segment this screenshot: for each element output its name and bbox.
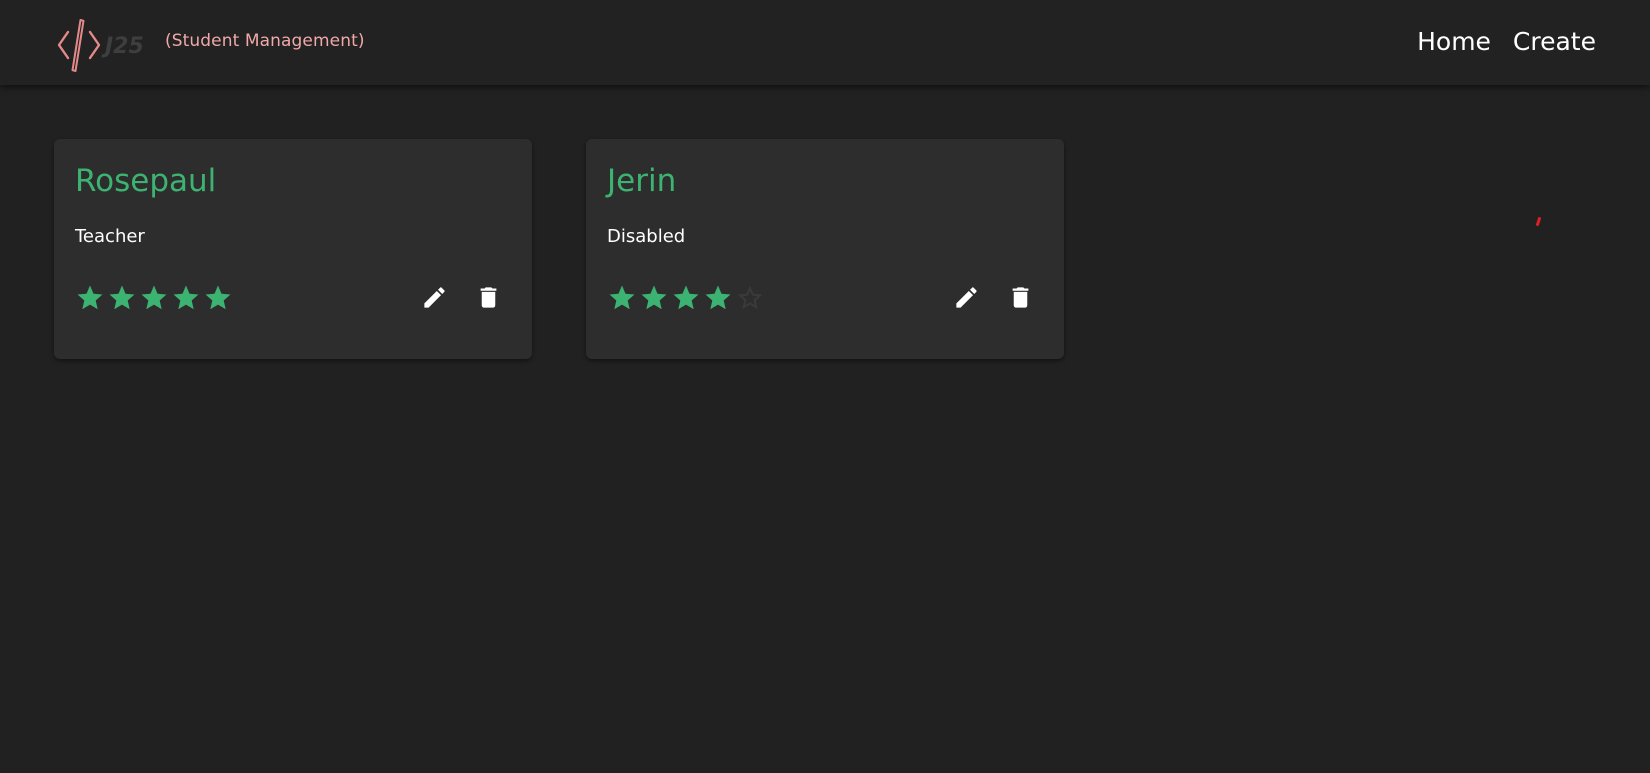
nav-create-link[interactable]: Create <box>1513 24 1596 60</box>
student-name: Rosepaul <box>75 163 217 199</box>
edit-icon[interactable] <box>421 284 448 311</box>
brand-logo: J25 <box>57 19 144 72</box>
student-card: Jerin Disabled <box>586 139 1064 359</box>
star-filled-icon[interactable] <box>703 283 733 313</box>
edit-icon[interactable] <box>953 284 980 311</box>
brand-tagline: (Student Management) <box>165 31 365 51</box>
student-name: Jerin <box>607 163 677 199</box>
main-nav: Home Create <box>1417 24 1596 60</box>
nav-home-link[interactable]: Home <box>1417 24 1491 60</box>
star-empty-icon[interactable] <box>735 283 765 313</box>
star-filled-icon[interactable] <box>171 283 201 313</box>
card-actions <box>953 284 1034 311</box>
delete-icon[interactable] <box>1007 284 1034 311</box>
student-role: Teacher <box>75 226 145 247</box>
star-filled-icon[interactable] <box>107 283 137 313</box>
rating-stars[interactable] <box>75 283 233 313</box>
delete-icon[interactable] <box>475 284 502 311</box>
star-filled-icon[interactable] <box>639 283 669 313</box>
star-filled-icon[interactable] <box>671 283 701 313</box>
red-mark <box>1535 216 1542 227</box>
student-card: Rosepaul Teacher <box>54 139 532 359</box>
star-filled-icon[interactable] <box>607 283 637 313</box>
star-filled-icon[interactable] <box>203 283 233 313</box>
card-actions <box>421 284 502 311</box>
star-filled-icon[interactable] <box>139 283 169 313</box>
brand[interactable]: J25 (Student Management) <box>56 14 365 74</box>
rating-stars[interactable] <box>607 283 765 313</box>
student-role: Disabled <box>607 226 686 247</box>
navbar: J25 (Student Management) Home Create <box>0 0 1650 85</box>
brand-logo-text: J25 <box>101 34 144 59</box>
star-filled-icon[interactable] <box>75 283 105 313</box>
